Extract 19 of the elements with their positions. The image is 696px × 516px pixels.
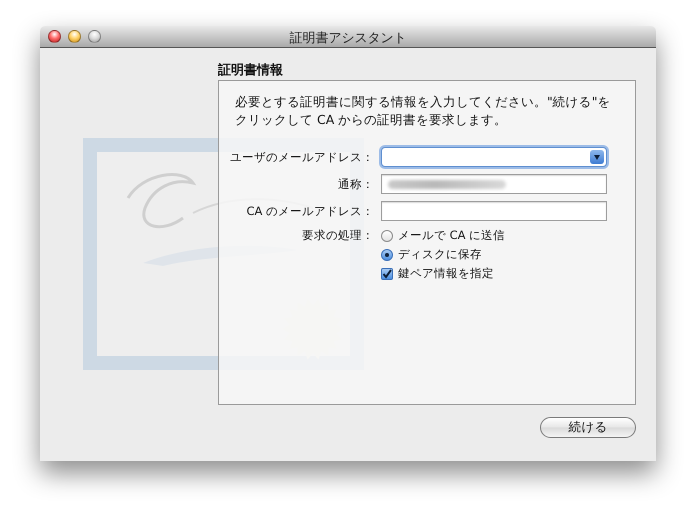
radio-button[interactable] [381,248,393,260]
field-label: 要求の処理： [302,228,374,243]
option-label: ディスクに保存 [398,247,482,262]
checkbox-label: 鍵ペア情報を指定 [398,266,494,281]
instructions: 必要とする証明書に関する情報を入力してください。"続ける"をクリックして CA からの証明書を要求します。 [235,93,612,129]
continue-button[interactable]: 続ける [540,417,636,438]
window-title: 証明書アシスタント [290,30,406,47]
input-field[interactable] [381,174,607,194]
option-label: メールで CA に送信 [398,228,506,243]
radio-button[interactable] [381,230,393,242]
input-field[interactable] [381,201,607,221]
close-button[interactable] [48,30,61,43]
section-title: 証明書情報 [218,62,284,80]
field-label: 通称： [338,176,374,192]
field-label: CA のメールアドレス： [246,204,374,218]
checkbox[interactable] [381,268,393,280]
field-label: ユーザのメールアドレス： [230,150,374,164]
zoom-button[interactable] [88,30,101,43]
minimize-button[interactable] [68,30,81,43]
